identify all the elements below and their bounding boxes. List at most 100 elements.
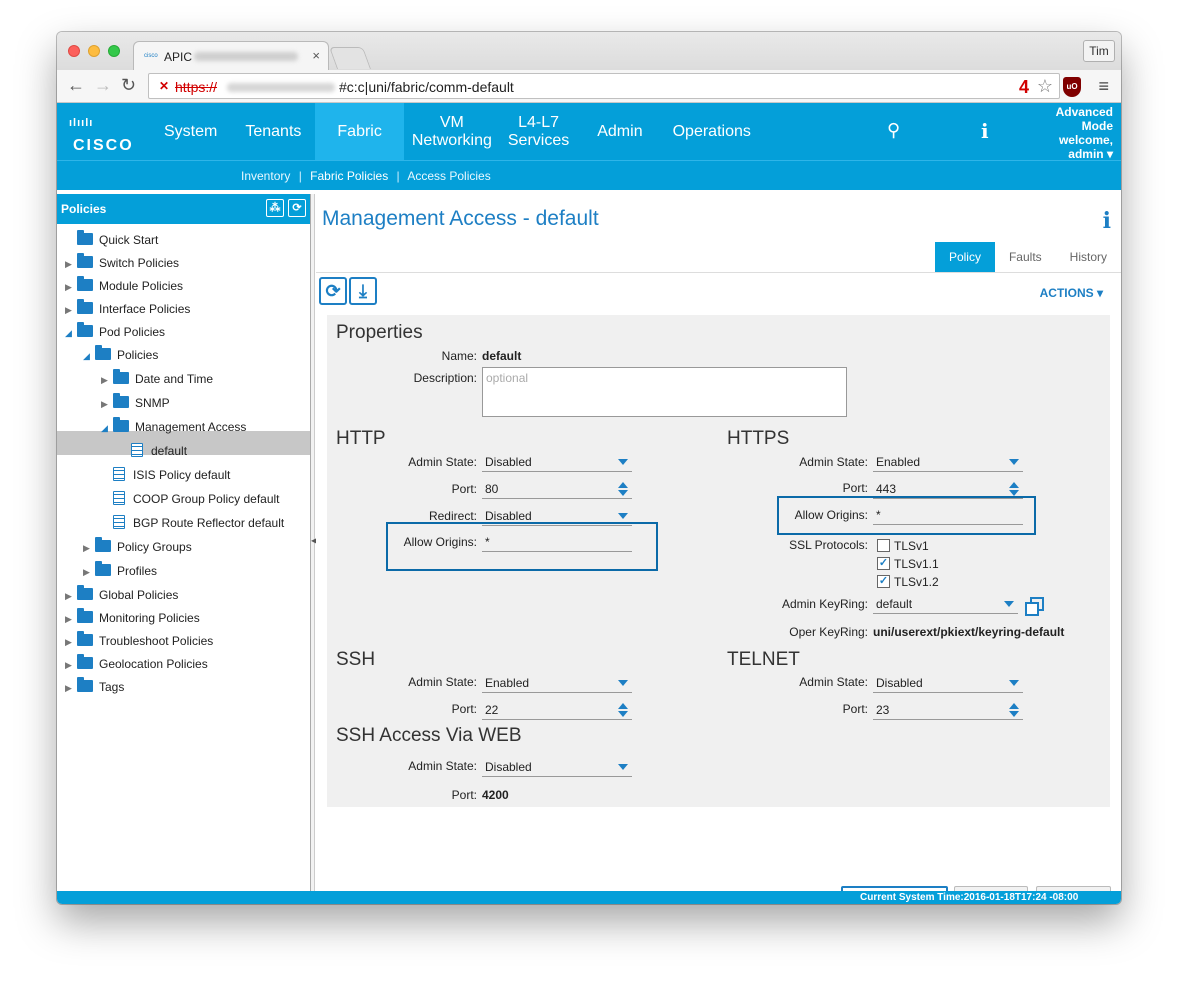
tree-node[interactable]: ▶ Switch Policies [65, 252, 179, 274]
refresh-tree-icon[interactable]: ⟳ [288, 199, 306, 217]
http-port-stepper[interactable]: 80 [482, 479, 632, 499]
tab-policy[interactable]: Policy [934, 242, 995, 272]
extension-badge[interactable]: 4 [1019, 77, 1029, 98]
browser-menu-icon[interactable]: ≡ [1098, 76, 1109, 97]
expand-arrow-icon[interactable]: ◢ [83, 345, 95, 367]
tree-node[interactable]: ▶ Date and Time [101, 368, 213, 390]
tree-node[interactable]: ▶ Global Policies [65, 584, 178, 606]
open-keyring-icon[interactable] [1025, 597, 1044, 616]
nav-fabric[interactable]: Fabric [315, 103, 404, 160]
https-admin-state-select[interactable]: Enabled [873, 452, 1023, 472]
subnav-fabric-policies[interactable]: Fabric Policies [310, 169, 388, 183]
tree-node[interactable]: default [131, 440, 187, 462]
description-label: Description: [413, 371, 477, 385]
tree-node[interactable]: BGP Route Reflector default [113, 512, 284, 534]
minimize-window-button[interactable] [88, 45, 100, 57]
subnav-inventory[interactable]: Inventory [241, 169, 290, 183]
collapse-arrow-icon[interactable]: ▶ [65, 585, 77, 607]
nav-vm-networking[interactable]: VM Networking [404, 103, 500, 160]
expand-arrow-icon[interactable]: ◢ [101, 417, 113, 439]
close-window-button[interactable] [68, 45, 80, 57]
close-tab-icon[interactable]: × [312, 48, 320, 63]
spinner-icon[interactable] [618, 481, 628, 497]
tree-node[interactable]: COOP Group Policy default [113, 488, 280, 510]
tree-node[interactable]: ▶ Module Policies [65, 275, 183, 297]
telnet-admin-state-value: Disabled [876, 676, 923, 690]
tree-options-icon[interactable]: ⁂ [266, 199, 284, 217]
tree-node[interactable]: ◢ Management Access [101, 416, 246, 438]
tree-node[interactable]: ▶ Interface Policies [65, 298, 190, 320]
search-icon[interactable]: ⚲ [887, 120, 900, 141]
nav-l4-l7-services[interactable]: L4-L7 Services [500, 103, 577, 160]
tree-node[interactable]: ▶ SNMP [101, 392, 170, 414]
profile-button[interactable]: Tim [1083, 40, 1115, 62]
tab-title: APIC [164, 50, 193, 64]
nav-system[interactable]: System [150, 103, 231, 160]
tree-node[interactable]: ▶ Geolocation Policies [65, 653, 208, 675]
tlsv1-1-checkbox[interactable]: ✓ [877, 557, 890, 570]
nav-tenants[interactable]: Tenants [231, 103, 315, 160]
maximize-window-button[interactable] [108, 45, 120, 57]
telnet-admin-state-select[interactable]: Disabled [873, 673, 1023, 693]
collapse-arrow-icon[interactable]: ▶ [65, 677, 77, 699]
download-icon[interactable]: ⤓ [349, 277, 377, 305]
address-bar[interactable]: ✕ https:// #c:c|uni/fabric/comm-default … [148, 73, 1060, 99]
tree-node[interactable]: ◢ Policies [83, 344, 158, 366]
ssh-admin-state-select[interactable]: Enabled [482, 673, 632, 693]
folder-icon [77, 276, 93, 291]
collapse-arrow-icon[interactable]: ▶ [65, 631, 77, 653]
tree-node[interactable]: ISIS Policy default [113, 464, 230, 486]
spinner-icon[interactable] [618, 702, 628, 718]
actions-menu[interactable]: ACTIONS ▾ [1040, 286, 1103, 300]
tree-node[interactable]: ▶ Monitoring Policies [65, 607, 200, 629]
collapse-arrow-icon[interactable]: ▶ [65, 299, 77, 321]
collapse-arrow-icon[interactable]: ▶ [101, 393, 113, 415]
tlsv1-2-checkbox[interactable]: ✓ [877, 575, 890, 588]
tree-node-label: ISIS Policy default [133, 468, 231, 482]
ublock-icon[interactable]: uO [1063, 77, 1081, 97]
browser-tab[interactable]: cisco APIC × [133, 41, 329, 71]
expand-arrow-icon[interactable]: ◢ [65, 322, 77, 344]
tree-node[interactable]: ▶ Troubleshoot Policies [65, 630, 213, 652]
tab-faults[interactable]: Faults [995, 242, 1056, 272]
collapse-arrow-icon[interactable]: ▶ [65, 654, 77, 676]
tlsv1-checkbox[interactable] [877, 539, 890, 552]
telnet-port-stepper[interactable]: 23 [873, 700, 1023, 720]
http-admin-state-select[interactable]: Disabled [482, 452, 632, 472]
tab-history[interactable]: History [1056, 242, 1121, 272]
back-arrow-icon[interactable]: ← [67, 75, 85, 95]
new-tab-button[interactable] [328, 47, 372, 69]
page-info-icon[interactable]: i [1103, 208, 1111, 234]
tree-node-label: Pod Policies [99, 325, 166, 339]
ssh-web-admin-state-select[interactable]: Disabled [482, 757, 632, 777]
spinner-icon[interactable] [1009, 481, 1019, 497]
bookmark-star-icon[interactable]: ☆ [1037, 76, 1053, 97]
tree-node[interactable]: ▶ Profiles [83, 560, 157, 582]
tree-node-label: Interface Policies [99, 302, 191, 316]
spinner-icon[interactable] [1009, 702, 1019, 718]
nav-admin[interactable]: Admin [577, 103, 662, 160]
user-mode-menu[interactable]: Advanced Mode welcome, admin ▾ [1056, 105, 1113, 161]
panel-splitter[interactable]: ◀ [311, 194, 317, 891]
collapse-arrow-icon[interactable]: ▶ [65, 276, 77, 298]
ssh-port-stepper[interactable]: 22 [482, 700, 632, 720]
collapse-arrow-icon[interactable]: ▶ [65, 253, 77, 275]
policies-sidebar: Policies ⁂ ⟳ Quick Start ▶ Switch Policies… [57, 194, 311, 891]
tree-node[interactable]: ▶ Tags [65, 676, 124, 698]
tree-node[interactable]: ▶ Policy Groups [83, 536, 192, 558]
collapse-arrow-icon[interactable]: ▶ [83, 561, 95, 583]
tree-node[interactable]: ◢ Pod Policies [65, 321, 165, 343]
reload-icon[interactable]: ↻ [121, 75, 136, 95]
tree-node-label: Tags [99, 680, 125, 694]
nav-operations[interactable]: Operations [663, 103, 761, 160]
collapse-arrow-icon[interactable]: ▶ [65, 608, 77, 630]
collapse-arrow-icon[interactable]: ▶ [83, 537, 95, 559]
collapse-arrow-icon[interactable]: ▶ [101, 369, 113, 391]
refresh-icon[interactable]: ⟳ [319, 277, 347, 305]
info-icon[interactable]: i [981, 119, 989, 143]
admin-keyring-select[interactable]: default [873, 594, 1018, 614]
description-field[interactable]: optional [482, 367, 847, 417]
tree-node[interactable]: Quick Start [65, 229, 158, 251]
subnav-access-policies[interactable]: Access Policies [407, 169, 490, 183]
forward-arrow-icon[interactable]: → [94, 75, 112, 95]
